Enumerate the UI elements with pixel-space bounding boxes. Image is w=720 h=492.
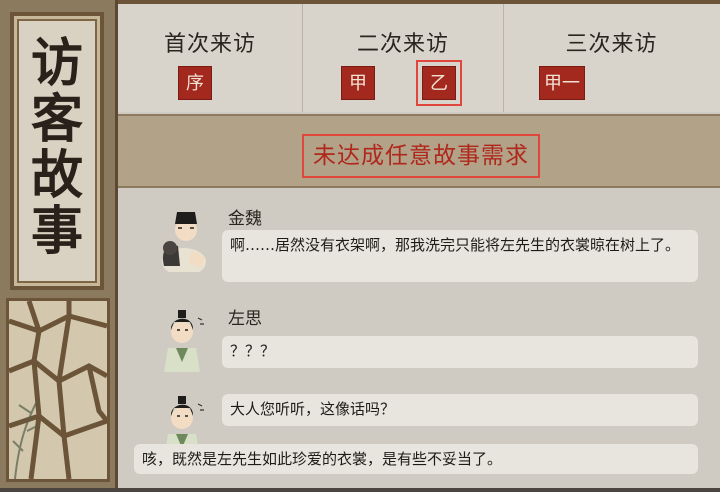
tag-xu-button[interactable]: 序 — [178, 66, 212, 100]
tag-jia-button[interactable]: 甲 — [341, 66, 375, 100]
visit-second-label: 二次来访 — [356, 32, 449, 57]
requirement-status-text: 未达成任意故事需求 — [302, 134, 540, 178]
speaker-name: 金魏 — [228, 209, 262, 229]
title-plaque: 访 客 故 事 — [10, 12, 104, 290]
visit-third: 三次来访 甲一 — [503, 4, 720, 112]
visit-tabs: 首次来访 序 二次来访 甲 乙 三次来访 甲一 — [118, 4, 720, 112]
dialogue-list: 金魏 啊……居然没有衣架啊，那我洗完只能将左先生的衣裳晾在树上了。 左思 ？？？ — [118, 188, 720, 492]
page-title: 访 客 故 事 — [14, 36, 100, 260]
zuosi-avatar-icon — [164, 310, 204, 372]
dialogue-bubble: 啊……居然没有衣架啊，那我洗完只能将左先生的衣裳晾在树上了。 — [222, 230, 698, 282]
dialogue-bubble: 咳，既然是左先生如此珍爱的衣裳，是有些不妥当了。 — [134, 444, 698, 474]
visit-second: 二次来访 甲 乙 — [302, 4, 504, 112]
tag-jia-yi-button[interactable]: 甲一 — [539, 66, 585, 100]
dialogue-bubble: 大人您听听，这像话吗？ — [222, 394, 698, 426]
visit-first: 首次来访 序 — [118, 4, 302, 112]
visit-third-label: 三次来访 — [565, 32, 658, 57]
title-char: 事 — [30, 201, 83, 262]
visit-first-label: 首次来访 — [163, 32, 256, 57]
title-char: 访 — [30, 33, 83, 94]
story-requirement-banner: 未达成任意故事需求 — [118, 114, 720, 188]
title-char: 客 — [30, 89, 83, 150]
title-panel: 访 客 故 事 — [0, 0, 118, 488]
speaker-name: 左思 — [228, 309, 262, 329]
lattice-pattern-icon — [9, 301, 107, 479]
dialogue-bubble: ？？？ — [222, 336, 698, 368]
tag-yi-button[interactable]: 乙 — [416, 60, 462, 106]
jinwei-avatar-icon — [162, 212, 206, 272]
main-panel: 首次来访 序 二次来访 甲 乙 三次来访 甲一 未达成任意故事需求 金魏 啊……… — [118, 0, 720, 488]
title-char: 故 — [30, 145, 83, 206]
lattice-window-decoration — [6, 298, 110, 482]
